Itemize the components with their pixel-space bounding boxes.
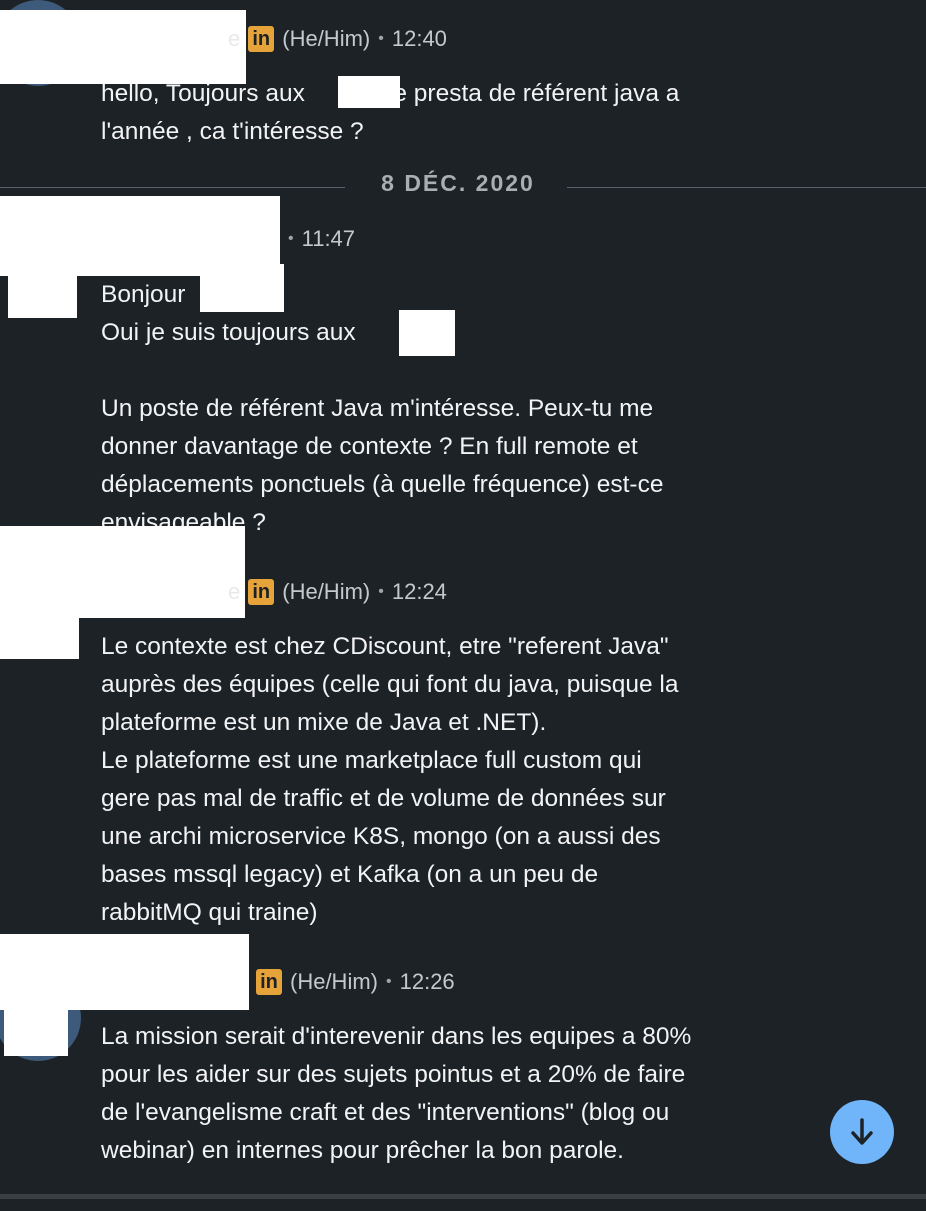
linkedin-icon: in: [256, 969, 282, 995]
redacted-text: [200, 264, 284, 312]
linkedin-icon: in: [248, 26, 275, 52]
message-meta: in (He/Him) • 12:26: [256, 965, 455, 999]
timestamp: 11:47: [301, 226, 356, 251]
pronouns: (He/Him): [282, 26, 371, 51]
date-divider: 8 DÉC. 2020: [381, 170, 535, 196]
linkedin-icon: in: [248, 579, 275, 605]
message-meta: e in (He/Him) • 12:40: [228, 22, 447, 56]
message-text: hello, Toujours aux ? une presta de réfé…: [101, 80, 680, 145]
separator-dot: •: [386, 973, 392, 990]
separator-dot: •: [378, 30, 384, 47]
redacted-avatar: [0, 600, 79, 659]
timestamp: 12:26: [399, 969, 455, 994]
pronouns: (He/Him): [290, 969, 378, 994]
partial-name-char: e: [228, 26, 241, 51]
partial-name-char: e: [228, 579, 241, 604]
bottom-bar: [0, 1194, 926, 1211]
date-divider-line: [0, 187, 345, 188]
message-text: La mission serait d'interevenir dans les…: [101, 1023, 692, 1164]
redacted-text: [338, 76, 400, 108]
message-text: Bonjour Oui je suis toujours aux Un post…: [101, 281, 664, 536]
redacted-avatar: [8, 276, 77, 318]
timestamp: 12:40: [391, 26, 447, 51]
pronouns: (He/Him): [282, 579, 371, 604]
separator-dot: •: [378, 583, 384, 600]
redacted-avatar: [4, 1010, 68, 1056]
message-text: Le contexte est chez CDiscount, etre "re…: [101, 633, 679, 926]
timestamp: 12:24: [391, 579, 447, 604]
separator-dot: •: [288, 230, 294, 247]
redacted-sender-name: [0, 934, 249, 1010]
scroll-to-bottom-button[interactable]: [830, 1100, 894, 1164]
message-meta: • 11:47: [288, 222, 355, 256]
arrow-down-icon: [851, 1118, 873, 1145]
message-meta: e in (He/Him) • 12:24: [228, 575, 447, 609]
redacted-text: [399, 310, 455, 356]
date-divider-line: [567, 187, 926, 188]
redacted-sender-name: [0, 10, 246, 84]
